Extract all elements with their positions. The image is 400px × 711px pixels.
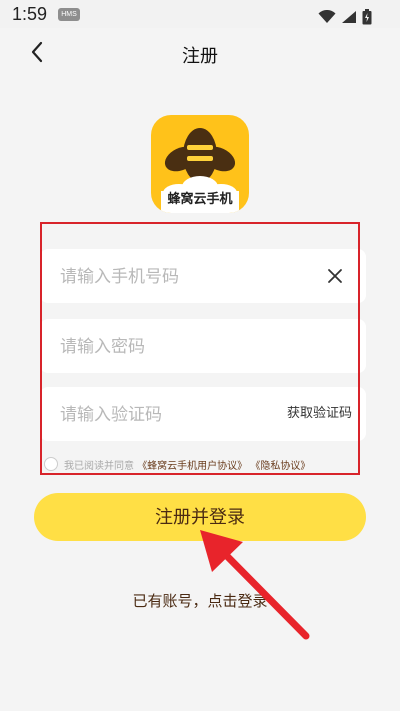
page-title: 注册 <box>182 46 218 67</box>
agreement-checkbox[interactable] <box>44 457 58 471</box>
clear-phone-button[interactable] <box>325 266 345 286</box>
close-icon <box>328 269 342 283</box>
code-input[interactable] <box>58 387 262 443</box>
status-time: 1:59 <box>12 4 48 24</box>
app-name: 蜂窝云手机 <box>167 192 233 207</box>
user-agreement-link[interactable]: 《蜂窝云手机用户协议》 <box>137 461 247 472</box>
hms-badge: HMS <box>58 8 80 21</box>
status-icons <box>318 6 372 25</box>
code-field-row: 获取验证码 <box>40 387 366 443</box>
agreement-text: 我已阅读并同意 《蜂窝云手机用户协议》 《隐私协议》 <box>64 457 310 472</box>
password-input[interactable] <box>58 319 302 375</box>
app-logo: 蜂窝云手机 <box>151 115 249 213</box>
battery-icon <box>362 8 372 24</box>
agreement-row: 我已阅读并同意 《蜂窝云手机用户协议》 《隐私协议》 <box>40 452 370 474</box>
agreement-prefix: 我已阅读并同意 <box>64 461 134 472</box>
password-field-row <box>40 319 366 375</box>
signal-icon <box>341 10 356 23</box>
status-bar: 1:59 HMS <box>0 0 400 28</box>
phone-field-row <box>40 249 366 305</box>
register-button[interactable]: 注册并登录 <box>34 493 366 541</box>
wifi-icon <box>318 9 336 23</box>
login-link[interactable]: 已有账号，点击登录 <box>0 590 400 611</box>
privacy-policy-link[interactable]: 《隐私协议》 <box>250 461 310 472</box>
phone-input[interactable] <box>58 249 302 305</box>
get-code-button[interactable]: 获取验证码 <box>287 387 352 441</box>
